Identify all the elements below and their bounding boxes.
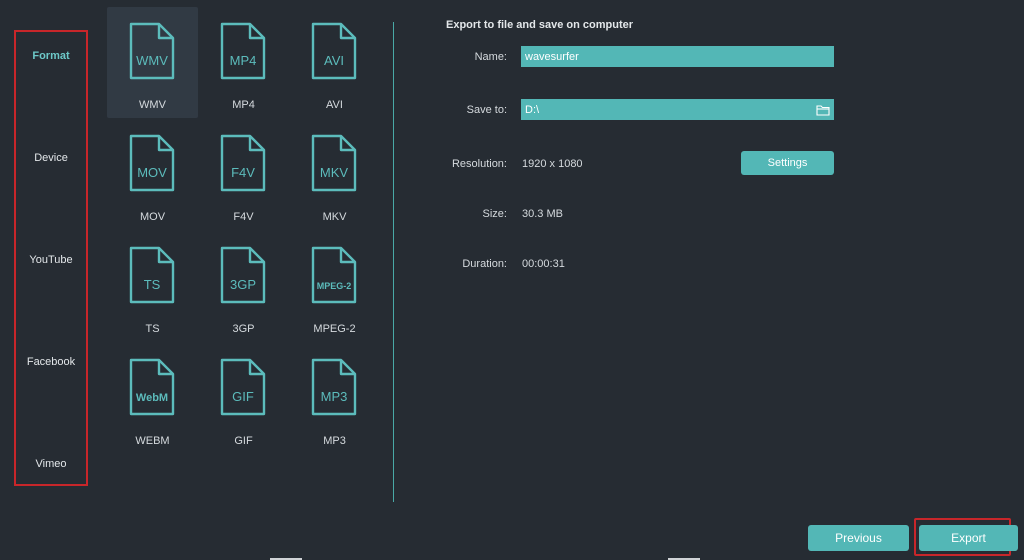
format-label: WMV: [139, 99, 166, 111]
file-icon: F4V: [220, 134, 266, 192]
format-tile-mov[interactable]: MOV MOV: [107, 119, 198, 230]
file-icon-text: MP3: [321, 389, 348, 404]
format-tile-gif[interactable]: GIF GIF: [198, 343, 289, 454]
file-icon-text: AVI: [324, 53, 344, 68]
file-icon: MKV: [311, 134, 357, 192]
resolution-label: Resolution:: [451, 158, 507, 170]
file-icon: 3GP: [220, 246, 266, 304]
format-tile-avi[interactable]: AVI AVI: [289, 7, 380, 118]
nav-item-vimeo[interactable]: Vimeo: [16, 458, 86, 470]
file-icon-text: MP4: [230, 53, 257, 68]
panel-title: Export to file and save on computer: [446, 19, 634, 31]
duration-label: Duration:: [462, 258, 507, 270]
file-icon-text: MKV: [320, 165, 349, 180]
format-label: 3GP: [232, 323, 255, 335]
format-tile-f4v[interactable]: F4V F4V: [198, 119, 289, 230]
format-tile-ts[interactable]: TS TS: [107, 231, 198, 342]
file-icon-text: GIF: [232, 389, 254, 404]
format-tile-mp3[interactable]: MP3 MP3: [289, 343, 380, 454]
size-label: Size:: [482, 208, 507, 220]
file-icon: MPEG-2: [311, 246, 357, 304]
file-icon: MP3: [311, 358, 357, 416]
file-icon-text: MPEG-2: [317, 281, 352, 291]
format-label: AVI: [326, 99, 343, 111]
export-button[interactable]: Export: [919, 525, 1018, 551]
format-tile-3gp[interactable]: 3GP 3GP: [198, 231, 289, 342]
file-icon-text: TS: [144, 277, 161, 292]
nav-item-device[interactable]: Device: [16, 152, 86, 164]
save-to-label: Save to:: [466, 104, 507, 116]
format-tile-wmv[interactable]: WMV WMV: [107, 7, 198, 118]
file-icon-text: MOV: [137, 165, 167, 180]
format-label: F4V: [233, 211, 254, 223]
file-icon-text: F4V: [231, 165, 255, 180]
name-input[interactable]: [521, 46, 834, 67]
format-label: TS: [145, 323, 160, 335]
format-label: MOV: [139, 211, 166, 223]
format-label: MKV: [322, 211, 347, 223]
file-icon: MOV: [129, 134, 175, 192]
previous-button[interactable]: Previous: [808, 525, 909, 551]
file-icon: WebM: [129, 358, 175, 416]
format-label: GIF: [234, 435, 253, 447]
nav-item-facebook[interactable]: Facebook: [16, 356, 86, 368]
file-icon: TS: [129, 246, 175, 304]
file-icon-text: 3GP: [230, 277, 256, 292]
format-label: MPEG-2: [313, 323, 356, 335]
file-icon-text: WebM: [136, 392, 168, 404]
size-value: 30.3 MB: [522, 208, 563, 220]
file-icon: WMV: [129, 22, 175, 80]
file-icon: MP4: [220, 22, 266, 80]
format-label: MP4: [232, 99, 255, 111]
format-tile-mpeg-2[interactable]: MPEG-2 MPEG-2: [289, 231, 380, 342]
file-icon: GIF: [220, 358, 266, 416]
file-icon: AVI: [311, 22, 357, 80]
duration-value: 00:00:31: [522, 258, 565, 270]
format-tile-mp4[interactable]: MP4 MP4: [198, 7, 289, 118]
folder-icon[interactable]: [816, 103, 830, 121]
file-icon-text: WMV: [136, 53, 168, 68]
format-label: MP3: [323, 435, 346, 447]
format-tile-webm[interactable]: WebM WEBM: [107, 343, 198, 454]
resolution-value: 1920 x 1080: [522, 158, 583, 170]
nav-item-format[interactable]: Format: [16, 50, 86, 62]
name-label: Name:: [474, 51, 507, 63]
format-tile-mkv[interactable]: MKV MKV: [289, 119, 380, 230]
nav-item-youtube[interactable]: YouTube: [16, 254, 86, 266]
format-label: WEBM: [135, 435, 170, 447]
panel-divider: [393, 22, 394, 502]
category-nav: Format Device YouTube Facebook Vimeo: [14, 30, 88, 486]
save-to-input[interactable]: [521, 99, 834, 120]
settings-button[interactable]: Settings: [741, 151, 834, 175]
